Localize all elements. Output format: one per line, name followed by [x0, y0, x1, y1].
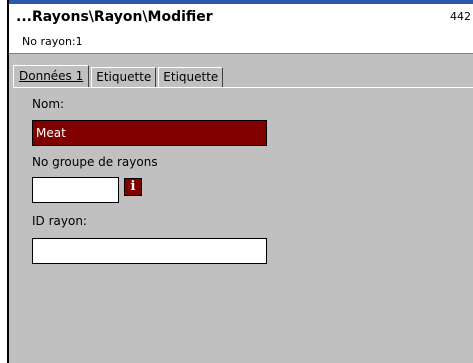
tab-etiquette-2[interactable]: Etiquette — [158, 67, 224, 87]
tab-etiquette-1[interactable]: Etiquette — [91, 67, 157, 87]
groupe-rayons-label: No groupe de rayons — [32, 155, 158, 169]
info-icon[interactable]: i — [124, 178, 142, 196]
window-title: ...Rayons\Rayon\Modifier — [16, 9, 213, 25]
tab-label: Etiquette — [96, 70, 152, 84]
tab-panel-divider — [13, 87, 473, 88]
nom-label: Nom: — [32, 97, 65, 111]
window-left-border-line — [7, 0, 8, 363]
nom-field[interactable]: Meat — [32, 120, 267, 146]
id-rayon-field[interactable] — [32, 238, 267, 264]
form-panel — [9, 54, 473, 363]
window-header: ...Rayons\Rayon\Modifier 442 No rayon:1 — [9, 4, 473, 54]
window-subtitle: No rayon:1 — [22, 35, 83, 48]
window-title-right: 442 — [450, 10, 471, 23]
tab-label: Etiquette — [163, 70, 219, 84]
id-rayon-label: ID rayon: — [32, 214, 87, 228]
groupe-rayons-field[interactable] — [32, 177, 119, 203]
tab-donnees-1[interactable]: Données 1 — [13, 65, 90, 88]
tab-label: Données 1 — [19, 69, 84, 83]
tab-bar: Données 1 Etiquette Etiquette — [13, 65, 225, 88]
